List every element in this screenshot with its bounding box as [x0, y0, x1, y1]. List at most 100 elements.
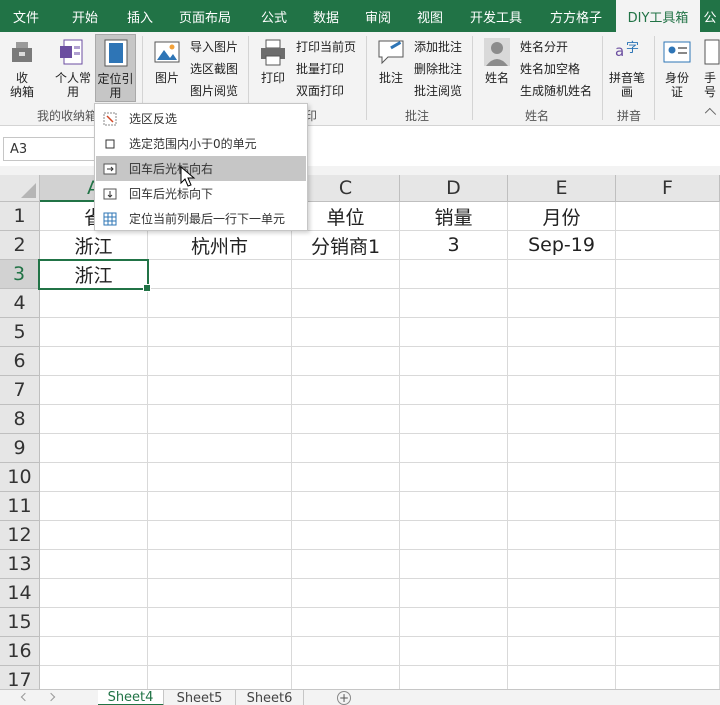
collapse-ribbon-icon[interactable]	[704, 107, 717, 120]
add-comment-button[interactable]: 添加批注	[414, 36, 462, 56]
tab-view[interactable]: 视图	[404, 0, 456, 32]
column-header-f[interactable]: F	[616, 175, 720, 202]
cell-d5[interactable]	[400, 318, 508, 347]
row-header-3[interactable]: 3	[0, 260, 40, 289]
row-header-12[interactable]: 12	[0, 521, 40, 550]
cell-b15[interactable]	[148, 608, 292, 637]
cell-e14[interactable]	[508, 579, 616, 608]
cell-b11[interactable]	[148, 492, 292, 521]
cell-c16[interactable]	[292, 637, 400, 666]
menu-item-locate-last-row-next[interactable]: 定位当前列最后一行下一单元	[96, 206, 306, 231]
cell-d2[interactable]: 3	[400, 231, 508, 260]
cell-c2[interactable]: 分销商1	[292, 231, 400, 260]
cell-a6[interactable]	[40, 347, 148, 376]
comment-button[interactable]: 批注	[372, 36, 410, 102]
cell-e9[interactable]	[508, 434, 616, 463]
cell-d11[interactable]	[400, 492, 508, 521]
row-header-8[interactable]: 8	[0, 405, 40, 434]
cell-b4[interactable]	[148, 289, 292, 318]
cell-f1[interactable]	[616, 202, 720, 231]
name-add-space-button[interactable]: 姓名加空格	[520, 58, 580, 78]
cell-d9[interactable]	[400, 434, 508, 463]
cell-b13[interactable]	[148, 550, 292, 579]
cell-e13[interactable]	[508, 550, 616, 579]
cell-b10[interactable]	[148, 463, 292, 492]
cell-c10[interactable]	[292, 463, 400, 492]
select-screenshot-button[interactable]: 选区截图	[190, 58, 238, 78]
cell-e1[interactable]: 月份	[508, 202, 616, 231]
locate-reference-button[interactable]: 定位引 用	[95, 34, 136, 102]
cell-e15[interactable]	[508, 608, 616, 637]
cell-f2[interactable]	[616, 231, 720, 260]
row-header-14[interactable]: 14	[0, 579, 40, 608]
cell-a16[interactable]	[40, 637, 148, 666]
tab-formulas[interactable]: 公式	[248, 0, 300, 32]
cell-e7[interactable]	[508, 376, 616, 405]
picture-button[interactable]: 图片	[148, 36, 186, 102]
scroll-right-icon[interactable]	[46, 692, 56, 702]
cell-e11[interactable]	[508, 492, 616, 521]
cell-f12[interactable]	[616, 521, 720, 550]
cell-f16[interactable]	[616, 637, 720, 666]
cell-d1[interactable]: 销量	[400, 202, 508, 231]
cell-f6[interactable]	[616, 347, 720, 376]
row-header-5[interactable]: 5	[0, 318, 40, 347]
menu-item-invert-selection[interactable]: 选区反选	[96, 106, 306, 131]
cell-b14[interactable]	[148, 579, 292, 608]
row-header-1[interactable]: 1	[0, 202, 40, 231]
cell-e16[interactable]	[508, 637, 616, 666]
comment-browse-button[interactable]: 批注阅览	[414, 80, 462, 100]
cell-d10[interactable]	[400, 463, 508, 492]
cell-d8[interactable]	[400, 405, 508, 434]
row-header-9[interactable]: 9	[0, 434, 40, 463]
cell-e2[interactable]: Sep-19	[508, 231, 616, 260]
cell-c14[interactable]	[292, 579, 400, 608]
hand-number-button[interactable]: 手 号	[700, 36, 720, 102]
cell-f15[interactable]	[616, 608, 720, 637]
column-header-c[interactable]: C	[292, 175, 400, 202]
split-name-button[interactable]: 姓名分开	[520, 36, 568, 56]
cell-e8[interactable]	[508, 405, 616, 434]
cell-c9[interactable]	[292, 434, 400, 463]
cell-a7[interactable]	[40, 376, 148, 405]
cell-f4[interactable]	[616, 289, 720, 318]
random-name-button[interactable]: 生成随机姓名	[520, 80, 592, 100]
cell-c11[interactable]	[292, 492, 400, 521]
personal-common-button[interactable]: 个人常 用	[52, 36, 94, 102]
cell-a11[interactable]	[40, 492, 148, 521]
cell-c7[interactable]	[292, 376, 400, 405]
id-card-button[interactable]: 身份 证	[658, 36, 696, 102]
cell-c1[interactable]: 单位	[292, 202, 400, 231]
cell-b5[interactable]	[148, 318, 292, 347]
tab-home[interactable]: 开始	[52, 0, 118, 32]
tab-file[interactable]: 文件	[0, 0, 52, 32]
row-header-2[interactable]: 2	[0, 231, 40, 260]
cell-b7[interactable]	[148, 376, 292, 405]
cell-f5[interactable]	[616, 318, 720, 347]
row-header-16[interactable]: 16	[0, 637, 40, 666]
row-header-6[interactable]: 6	[0, 347, 40, 376]
cell-c6[interactable]	[292, 347, 400, 376]
cell-a2[interactable]: 浙江	[40, 231, 148, 260]
cell-d7[interactable]	[400, 376, 508, 405]
cell-e12[interactable]	[508, 521, 616, 550]
row-header-15[interactable]: 15	[0, 608, 40, 637]
cell-f7[interactable]	[616, 376, 720, 405]
name-button[interactable]: 姓名	[478, 36, 516, 102]
cell-d4[interactable]	[400, 289, 508, 318]
cell-e5[interactable]	[508, 318, 616, 347]
column-header-d[interactable]: D	[400, 175, 508, 202]
cell-f9[interactable]	[616, 434, 720, 463]
sheet-tab-sheet6[interactable]: Sheet6	[236, 690, 304, 705]
row-header-7[interactable]: 7	[0, 376, 40, 405]
column-header-e[interactable]: E	[508, 175, 616, 202]
collect-box-button[interactable]: 收 纳箱	[3, 36, 41, 102]
cell-c13[interactable]	[292, 550, 400, 579]
cell-d16[interactable]	[400, 637, 508, 666]
cell-c12[interactable]	[292, 521, 400, 550]
pinyin-stroke-button[interactable]: a字 拼音笔 画	[606, 36, 648, 102]
tab-diy-toolbox[interactable]: DIY工具箱	[616, 0, 700, 32]
cell-d12[interactable]	[400, 521, 508, 550]
cell-d13[interactable]	[400, 550, 508, 579]
delete-comment-button[interactable]: 删除批注	[414, 58, 462, 78]
